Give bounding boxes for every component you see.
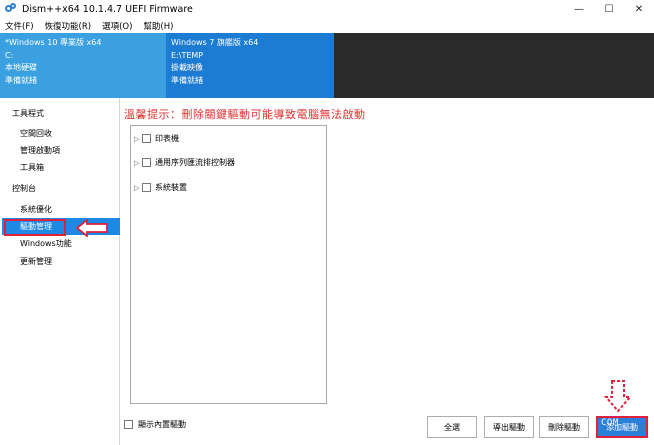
watermark-text: COM [601,418,619,428]
close-button[interactable]: ✕ [624,0,654,18]
dism-logo-icon [5,3,17,15]
sidebar-item-space-cleanup[interactable]: 空間回收 [20,128,52,139]
sidebar: 工具程式 空間回收 管理啟動項 工具箱 控制台 系統優化 驅動管理 Window… [0,98,120,445]
tree-item-label: 通用序列匯流排控制器 [155,158,235,167]
checkbox[interactable] [142,183,151,192]
session-status: 準備就緒 [5,75,37,85]
driver-tree: ▷ 印表機 ▷ 通用序列匯流排控制器 ▷ 系統裝置 [130,125,327,404]
menu-file[interactable]: 文件(F) [5,20,34,32]
menu-help[interactable]: 幫助(H) [143,20,173,32]
menu-bar: 文件(F) 恢復功能(R) 選項(O) 幫助(H) [0,18,654,33]
minimize-button[interactable]: — [564,0,594,18]
expand-caret-icon[interactable]: ▷ [134,135,142,143]
sidebar-item-windows-features[interactable]: Windows功能 [20,238,72,249]
tree-item-printers[interactable]: ▷ 印表機 [134,133,179,144]
expand-caret-icon[interactable]: ▷ [134,184,142,192]
sidebar-item-toolbox[interactable]: 工具箱 [20,162,44,173]
select-all-button[interactable]: 全選 [427,416,477,438]
title-bar: Dism++x64 10.1.4.7 UEFI Firmware — ☐ ✕ [0,0,654,18]
sidebar-item-updates[interactable]: 更新管理 [20,256,52,267]
sidebar-item-startup[interactable]: 管理啟動項 [20,145,60,156]
sidebar-item-optimize[interactable]: 系統優化 [20,204,52,215]
session-drive: C: [5,50,14,60]
show-builtin-label: 顯示內置驅動 [138,420,186,429]
checkbox[interactable] [142,158,151,167]
highlight-box [4,219,66,236]
session-drive: E:\TEMP [171,50,204,60]
session-status: 準備就緒 [171,75,203,85]
export-drivers-button[interactable]: 導出驅動 [484,416,534,438]
tree-item-label: 印表機 [155,134,179,143]
session-type: 掛載映像 [171,63,203,72]
session-windows10[interactable]: *Windows 10 專業版 x64 C: 本地硬碟 準備就緒 [0,33,166,98]
expand-caret-icon[interactable]: ▷ [134,159,142,167]
window-controls: — ☐ ✕ [564,0,654,18]
show-builtin-drivers[interactable]: 顯示內置驅動 [124,419,186,430]
sidebar-group-control-panel: 控制台 [12,184,36,193]
tree-item-system-devices[interactable]: ▷ 系統裝置 [134,182,187,193]
warning-text: 溫馨提示：刪除關鍵驅動可能導致電腦無法啟動 [124,108,366,121]
delete-drivers-button[interactable]: 刪除驅動 [539,416,589,438]
tree-item-usb-controllers[interactable]: ▷ 通用序列匯流排控制器 [134,157,235,168]
session-bar: *Windows 10 專業版 x64 C: 本地硬碟 準備就緒 Windows… [0,33,654,98]
menu-options[interactable]: 選項(O) [102,20,132,32]
menu-recovery[interactable]: 恢復功能(R) [45,20,92,32]
sidebar-group-tools: 工具程式 [12,109,44,118]
session-type: 本地硬碟 [5,63,37,72]
show-builtin-checkbox[interactable] [124,420,133,429]
left-arrow-icon [76,219,108,237]
session-windows7[interactable]: Windows 7 旗艦版 x64 E:\TEMP 掛載映像 準備就緒 [166,33,334,98]
checkbox[interactable] [142,134,151,143]
tree-item-label: 系統裝置 [155,183,187,192]
session-name: Windows 7 旗艦版 x64 [171,38,259,47]
session-name: *Windows 10 專業版 x64 [5,38,102,47]
window-title: Dism++x64 10.1.4.7 UEFI Firmware [22,3,193,15]
maximize-button[interactable]: ☐ [594,0,624,18]
